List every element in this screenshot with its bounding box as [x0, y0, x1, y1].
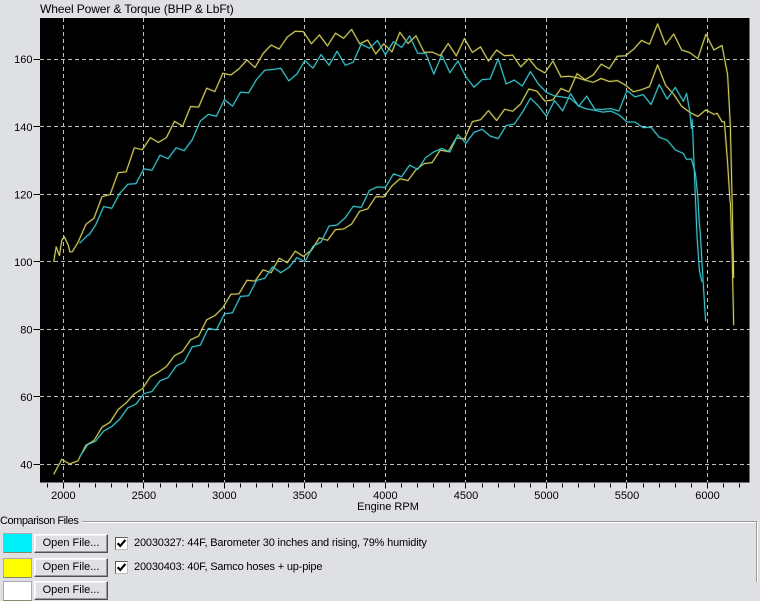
- svg-text:3500: 3500: [293, 490, 317, 502]
- svg-text:4500: 4500: [454, 490, 478, 502]
- svg-text:160: 160: [14, 54, 32, 66]
- svg-text:3000: 3000: [212, 490, 236, 502]
- svg-text:Engine RPM: Engine RPM: [357, 501, 419, 513]
- svg-text:2500: 2500: [132, 490, 156, 502]
- svg-text:5000: 5000: [534, 490, 558, 502]
- svg-text:80: 80: [20, 324, 32, 336]
- svg-text:40: 40: [20, 460, 32, 472]
- svg-text:5500: 5500: [615, 490, 639, 502]
- svg-text:6000: 6000: [695, 490, 719, 502]
- svg-text:140: 140: [14, 122, 32, 134]
- svg-text:60: 60: [20, 392, 32, 404]
- svg-text:100: 100: [14, 257, 32, 269]
- svg-text:120: 120: [14, 189, 32, 201]
- svg-text:2000: 2000: [51, 490, 75, 502]
